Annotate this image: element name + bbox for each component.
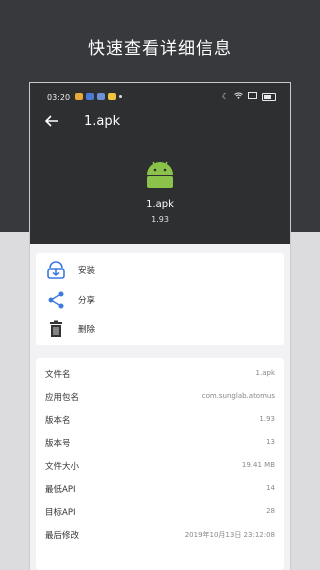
apk-version: 1.93 — [151, 215, 169, 224]
info-value: 1.93 — [259, 415, 275, 423]
phone-screen: 03:20 ☾ 1.apk 1.apk 1.93 安装 分享 删除 文件名 1.… — [30, 83, 290, 570]
info-row: 最后修改 2019年10月13日 23:12:08 — [36, 523, 284, 545]
delete-button[interactable]: 删除 — [36, 315, 284, 343]
delete-label: 删除 — [78, 325, 96, 335]
info-value: 1.apk — [255, 369, 275, 377]
actions-card: 安装 分享 删除 — [36, 253, 284, 345]
notification-icon — [75, 93, 83, 100]
toolbar: 1.apk — [30, 111, 290, 137]
info-key: 版本名 — [45, 416, 71, 426]
delete-icon — [46, 319, 64, 337]
status-bar: 03:20 ☾ — [30, 83, 290, 109]
notification-icon — [86, 93, 94, 100]
app-header: 03:20 ☾ 1.apk 1.apk 1.93 — [30, 83, 290, 244]
info-key: 最后修改 — [45, 531, 80, 541]
status-indicators: ☾ — [222, 92, 276, 101]
info-value: 14 — [266, 484, 275, 492]
sim-icon — [248, 92, 257, 101]
more-notifications-icon — [119, 95, 122, 98]
info-value: com.sunglab.atomus — [201, 392, 275, 400]
back-arrow-icon[interactable] — [44, 113, 59, 131]
install-icon — [46, 260, 65, 279]
share-icon — [46, 290, 64, 309]
notification-icon — [108, 93, 116, 100]
notification-icon — [97, 93, 105, 100]
info-key: 应用包名 — [45, 393, 80, 403]
info-key: 最低API — [45, 485, 76, 495]
status-time: 03:20 — [47, 93, 71, 102]
notification-icons — [75, 93, 122, 100]
toolbar-title: 1.apk — [84, 114, 121, 129]
info-value: 28 — [266, 507, 275, 515]
promo-title: 快速查看详细信息 — [88, 39, 232, 59]
share-button[interactable]: 分享 — [36, 286, 284, 314]
install-button[interactable]: 安装 — [36, 256, 284, 284]
info-key: 目标API — [45, 508, 76, 518]
info-key: 文件名 — [45, 370, 71, 380]
wifi-icon — [234, 92, 243, 101]
info-row: 文件名 1.apk — [36, 362, 284, 384]
android-icon — [144, 159, 176, 189]
info-row: 最低API 14 — [36, 477, 284, 499]
info-value: 13 — [266, 438, 275, 446]
battery-icon — [262, 92, 276, 101]
info-row: 应用包名 com.sunglab.atomus — [36, 385, 284, 407]
info-key: 文件大小 — [45, 462, 80, 472]
info-value: 2019年10月13日 23:12:08 — [184, 531, 275, 539]
info-row: 文件大小 19.41 MB — [36, 454, 284, 476]
apk-name: 1.apk — [146, 199, 174, 210]
moon-icon: ☾ — [221, 92, 229, 101]
info-value: 19.41 MB — [241, 461, 275, 469]
share-label: 分享 — [78, 296, 96, 306]
info-row: 版本名 1.93 — [36, 408, 284, 430]
info-card: 文件名 1.apk 应用包名 com.sunglab.atomus 版本名 1.… — [36, 358, 284, 570]
info-row: 目标API 28 — [36, 500, 284, 522]
info-key: 版本号 — [45, 439, 71, 449]
info-row: 版本号 13 — [36, 431, 284, 453]
install-label: 安装 — [78, 266, 96, 276]
